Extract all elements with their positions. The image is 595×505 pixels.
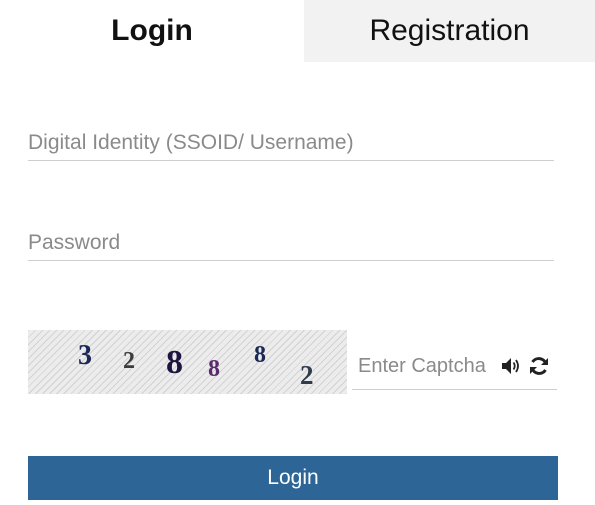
captcha-char: 8 [166,344,183,381]
username-input[interactable] [28,126,554,161]
refresh-icon[interactable] [528,355,550,377]
captcha-input[interactable] [358,351,498,381]
auth-tabs: Login Registration [0,0,595,62]
captcha-image: 3 2 8 8 8 2 [28,330,347,394]
tab-registration[interactable]: Registration [304,0,595,62]
login-button[interactable]: Login [28,456,558,500]
captcha-char: 2 [123,348,135,374]
speaker-icon[interactable] [500,355,522,377]
captcha-char: 2 [300,360,314,390]
captcha-field-wrapper [352,345,557,390]
captcha-char: 3 [78,340,92,371]
tab-login[interactable]: Login [0,0,304,62]
password-input[interactable] [28,226,554,261]
captcha-char: 8 [254,342,266,368]
captcha-char: 8 [208,356,220,382]
